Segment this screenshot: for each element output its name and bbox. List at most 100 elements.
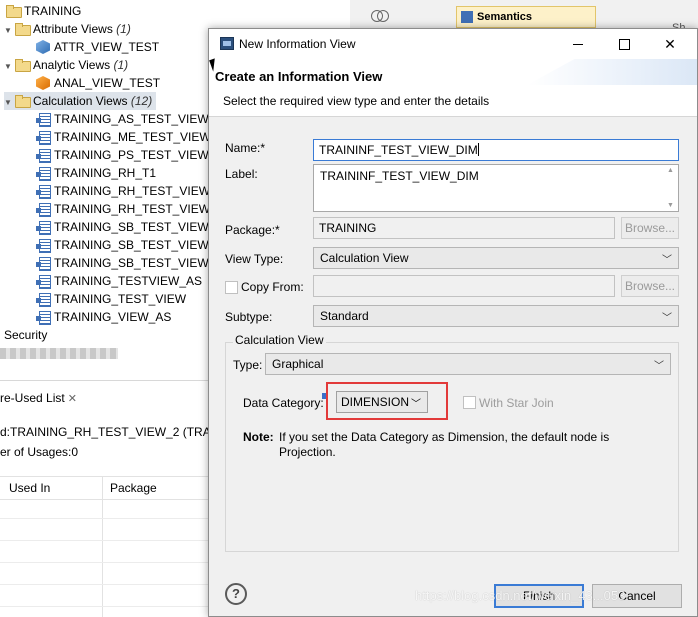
table-row-line [0, 562, 210, 563]
header-decoration [527, 59, 697, 85]
chevron-down-icon: ﹀ [662, 255, 672, 266]
package-browse-button[interactable]: Browse... [621, 217, 679, 239]
label-label: Label: [225, 167, 258, 181]
calculation-view-icon [36, 238, 51, 253]
tree-item-obscured[interactable] [0, 344, 118, 362]
note-label: Note: [243, 430, 274, 444]
label-field[interactable]: TRAININF_TEST_VIEW_DIM [313, 164, 679, 212]
calculation-view-icon [36, 310, 51, 325]
package-field[interactable]: TRAINING [313, 217, 615, 239]
subtype-dropdown[interactable]: Standard ﹀ [313, 305, 679, 327]
header-title: Create an Information View [215, 69, 383, 84]
view-type-label: View Type: [225, 252, 284, 266]
calculation-view-icon [36, 202, 51, 217]
star-join-checkbox[interactable] [463, 396, 476, 409]
calculation-view-icon [36, 256, 51, 271]
type-label: Type: [233, 358, 263, 372]
table-row-line [0, 584, 210, 585]
maximize-button[interactable] [601, 29, 647, 59]
column-header-package[interactable]: Package [110, 481, 157, 495]
analytic-view-icon [36, 76, 50, 90]
header-subtitle: Select the required view type and enter … [223, 94, 490, 108]
table-row-line [0, 540, 210, 541]
attribute-view-icon [36, 40, 50, 54]
tree-item-calc-view[interactable]: TRAINING_ME_TEST_VIEW_1 [36, 128, 224, 146]
where-used-count: er of Usages:0 [0, 445, 79, 459]
column-divider [102, 476, 103, 617]
calculation-view-icon [36, 148, 51, 163]
calculation-view-icon [36, 184, 51, 199]
tree-item-calc-view[interactable]: TRAINING_SB_TEST_VIEW_2 [36, 236, 222, 254]
tree-group-analytic-views[interactable]: ▼ Analytic Views (1) [4, 56, 128, 74]
table-row-line [0, 518, 210, 519]
calculation-view-icon [36, 166, 51, 181]
name-label: Name:* [225, 141, 266, 155]
note-text-line-1: If you set the Data Category as Dimensio… [279, 430, 610, 444]
type-dropdown[interactable]: Graphical ﹀ [265, 353, 671, 375]
data-category-dropdown[interactable]: DIMENSION ﹀ [336, 391, 428, 413]
copy-from-field[interactable] [313, 275, 615, 297]
column-header-used-in[interactable]: Used In [9, 481, 50, 495]
dialog-title-bar[interactable]: New Information View ✕ [209, 29, 697, 59]
new-information-view-dialog: New Information View ✕ Create an Informa… [208, 28, 698, 617]
calculation-view-icon [36, 130, 51, 145]
table-row-line [0, 606, 210, 607]
collapse-arrow-icon[interactable]: ▼ [4, 22, 13, 40]
name-field[interactable]: TRAININF_TEST_VIEW_DIM [313, 139, 679, 161]
subtype-label: Subtype: [225, 310, 273, 324]
copy-from-checkbox[interactable] [225, 281, 238, 294]
tree-item-calc-view[interactable]: TRAINING_RH_TEST_VIEW_1 [36, 182, 223, 200]
chevron-down-icon: ﹀ [654, 361, 664, 372]
help-icon[interactable]: ? [225, 583, 247, 605]
tree-group-calculation-views[interactable]: ▼ Calculation Views (12) [4, 92, 157, 112]
app-icon [220, 37, 234, 50]
minimize-button[interactable] [555, 29, 601, 59]
chevron-down-icon: ﹀ [662, 313, 672, 324]
collapse-arrow-icon[interactable]: ▼ [4, 58, 13, 76]
where-used-tab[interactable]: re-Used List ✕ [0, 387, 77, 409]
tree-item-calc-view[interactable]: TRAINING_SB_TEST_VIEW_NE [36, 254, 232, 272]
copy-from-label: Copy From: [241, 280, 304, 294]
copy-from-browse-button[interactable]: Browse... [621, 275, 679, 297]
group-title: Calculation View [233, 333, 326, 347]
scrollbar[interactable] [664, 165, 678, 211]
star-join-label: With Star Join [479, 396, 554, 410]
folder-icon [15, 59, 31, 72]
blurred-text [0, 348, 118, 360]
calculation-view-icon [36, 274, 51, 289]
tree-item-calc-view[interactable]: TRAINING_RH_TEST_VIEW_2 [36, 200, 223, 218]
tree-item-calc-view[interactable]: TRAINING_TEST_VIEW [36, 290, 186, 308]
tree-item-calc-view[interactable]: TRAINING_PS_TEST_VIEW1 [36, 146, 215, 164]
folder-icon [15, 23, 31, 36]
note-text-line-2: Projection. [279, 445, 336, 459]
tree-item-calc-view[interactable]: TRAINING_RH_T1 [36, 164, 156, 182]
calculation-view-icon [36, 292, 51, 307]
close-button[interactable]: ✕ [647, 29, 693, 59]
calculation-view-icon [36, 112, 51, 127]
folder-icon [15, 95, 31, 108]
dialog-header: Create an Information View Select the re… [209, 59, 697, 117]
text-caret [477, 143, 479, 156]
tree-item-security[interactable]: Security [4, 326, 47, 344]
chevron-down-icon: ﹀ [411, 399, 421, 410]
view-type-dropdown[interactable]: Calculation View ﹀ [313, 247, 679, 269]
tree-root-training[interactable]: TRAINING [4, 2, 81, 20]
collapse-arrow-icon[interactable]: ▼ [4, 94, 13, 112]
tree-item-attr-view[interactable]: ATTR_VIEW_TEST [36, 38, 159, 56]
watermark: https://blog.csdn.net/weixin_43...053 [415, 588, 626, 603]
tree-item-calc-view[interactable]: TRAINING_SB_TEST_VIEW_1 [36, 218, 222, 236]
close-tab-icon[interactable]: ✕ [68, 393, 77, 405]
tree-item-calc-view[interactable]: TRAINING_AS_TEST_VIEW [36, 110, 209, 128]
window-title: New Information View [239, 37, 356, 51]
tree-group-attribute-views[interactable]: ▼ Attribute Views (1) [4, 20, 131, 38]
semantics-node[interactable]: Semantics [456, 6, 596, 28]
tree-item-calc-view[interactable]: TRAINING_TESTVIEW_AS [36, 272, 202, 290]
data-category-label: Data Category: [243, 396, 324, 410]
package-label: Package:* [225, 223, 280, 237]
calculation-view-icon [36, 220, 51, 235]
tree-item-calc-view[interactable]: TRAINING_VIEW_AS [36, 308, 171, 326]
where-used-object: d:TRAINING_RH_TEST_VIEW_2 (TRAININ [0, 425, 235, 439]
tree-item-anal-view[interactable]: ANAL_VIEW_TEST [36, 74, 160, 92]
folder-icon [6, 5, 22, 18]
join-node-icon[interactable] [371, 10, 389, 22]
